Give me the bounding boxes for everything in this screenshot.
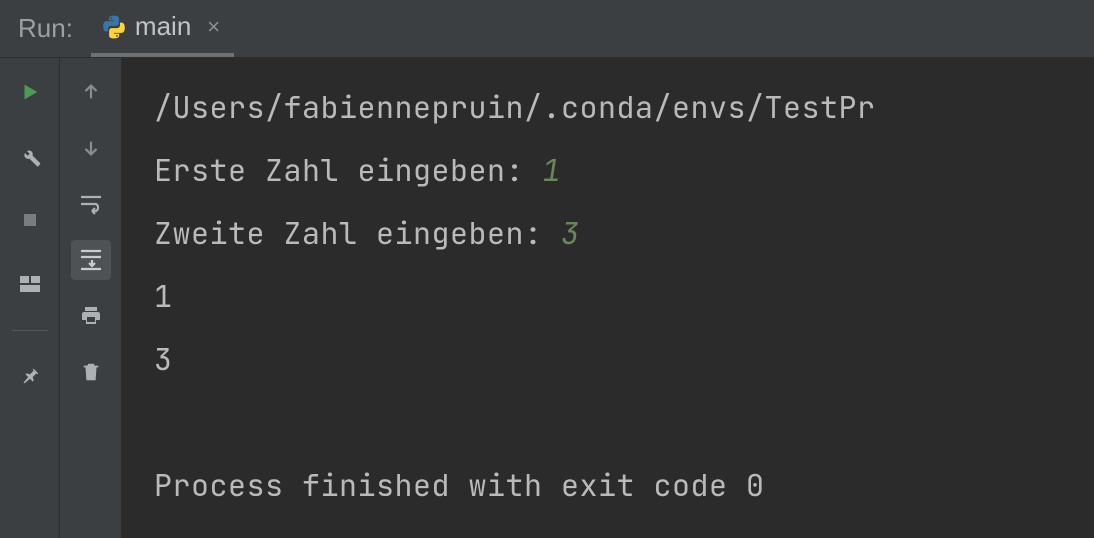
print-icon[interactable]: [71, 296, 111, 336]
run-tool-header: Run: main ×: [0, 0, 1094, 58]
wrench-icon[interactable]: [10, 136, 50, 176]
console-exit-line: Process finished with exit code 0: [154, 454, 1094, 517]
run-tool-body: /Users/fabiennepruin/.conda/envs/TestPr …: [0, 58, 1094, 538]
console-line-out1: 1: [154, 265, 1094, 328]
console-line-path: /Users/fabiennepruin/.conda/envs/TestPr: [154, 76, 1094, 139]
console-line-prompt1: Erste Zahl eingeben: 1: [154, 139, 1094, 202]
console-actions-sidebar: [60, 58, 122, 538]
run-tab-main[interactable]: main ×: [91, 0, 234, 57]
pin-icon[interactable]: [10, 357, 50, 397]
arrow-down-icon[interactable]: [71, 128, 111, 168]
console-output[interactable]: /Users/fabiennepruin/.conda/envs/TestPr …: [122, 58, 1094, 538]
prompt1-text: Erste Zahl eingeben:: [154, 150, 543, 190]
trash-icon[interactable]: [71, 352, 111, 392]
console-line-out2: 3: [154, 328, 1094, 391]
layout-icon[interactable]: [10, 264, 50, 304]
run-label: Run:: [0, 13, 91, 44]
stop-button[interactable]: [10, 200, 50, 240]
close-icon[interactable]: ×: [207, 14, 220, 40]
run-button[interactable]: [10, 72, 50, 112]
arrow-up-icon[interactable]: [71, 72, 111, 112]
run-actions-sidebar: [0, 58, 60, 538]
divider: [12, 330, 48, 331]
console-line-prompt2: Zweite Zahl eingeben: 3: [154, 202, 1094, 265]
console-blank: [154, 391, 1094, 454]
input2-value: 3: [561, 213, 580, 253]
input1-value: 1: [543, 150, 562, 190]
scroll-to-end-icon[interactable]: [71, 240, 111, 280]
python-icon: [101, 14, 127, 40]
soft-wrap-icon[interactable]: [71, 184, 111, 224]
prompt2-text: Zweite Zahl eingeben:: [154, 213, 561, 253]
tab-label: main: [135, 11, 191, 42]
